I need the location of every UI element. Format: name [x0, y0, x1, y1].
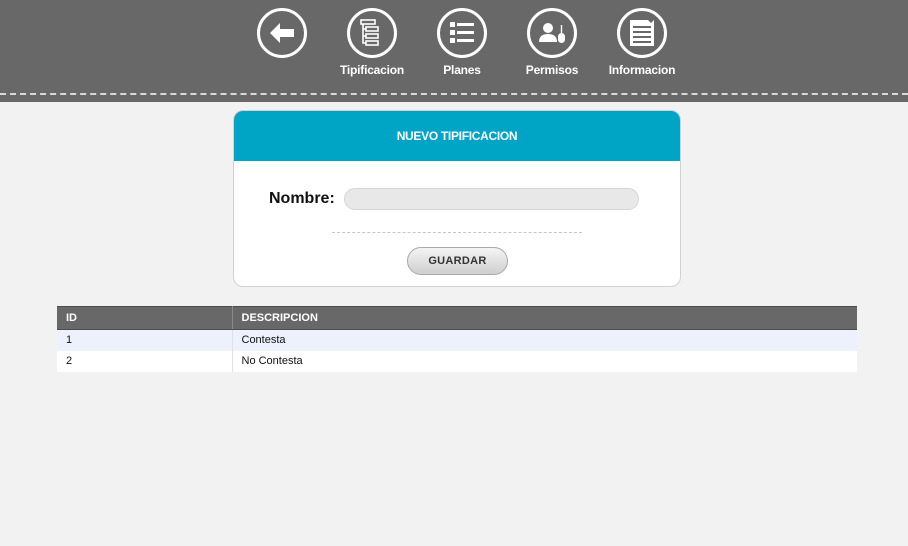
- save-button[interactable]: GUARDAR: [407, 247, 508, 275]
- cell-id: 2: [57, 350, 233, 372]
- user-mouse-icon: [527, 8, 577, 58]
- top-nav-bar: Tipificacion Planes Permisos Informacion: [0, 0, 908, 102]
- nav-label-informacion: Informacion: [608, 63, 676, 77]
- tree-list-icon: [347, 8, 397, 58]
- nav-tipificacion[interactable]: Tipificacion: [332, 8, 412, 77]
- nav-label-tipificacion: Tipificacion: [339, 63, 405, 77]
- nav-informacion[interactable]: Informacion: [602, 8, 682, 77]
- nav-planes[interactable]: Planes: [422, 8, 502, 77]
- table-row[interactable]: 2 No Contesta: [57, 350, 857, 372]
- column-header-id[interactable]: ID: [57, 306, 233, 330]
- cell-descripcion: No Contesta: [232, 350, 857, 372]
- name-row: Nombre:: [234, 188, 680, 210]
- column-header-descripcion[interactable]: DESCRIPCION: [232, 306, 857, 330]
- document-icon: [617, 8, 667, 58]
- nav-label-permisos: Permisos: [525, 63, 579, 77]
- form-title: NUEVO TIPIFICACION: [234, 111, 680, 161]
- nav-permisos[interactable]: Permisos: [512, 8, 592, 77]
- tipificacion-table: ID DESCRIPCION 1 Contesta 2 No Contesta: [57, 306, 857, 372]
- nav-back[interactable]: [242, 8, 322, 58]
- cell-id: 1: [57, 329, 233, 351]
- name-label: Nombre:: [269, 190, 335, 207]
- name-input[interactable]: [344, 188, 639, 210]
- back-arrow-icon[interactable]: [257, 8, 307, 58]
- nav-divider: [0, 93, 908, 95]
- table-row[interactable]: 1 Contesta: [57, 329, 857, 351]
- bullet-list-icon: [437, 8, 487, 58]
- table-header-row: ID DESCRIPCION: [57, 306, 857, 330]
- form-divider: [332, 232, 582, 233]
- new-tipificacion-form: NUEVO TIPIFICACION Nombre: GUARDAR: [233, 110, 681, 287]
- nav-label-planes: Planes: [443, 63, 481, 77]
- cell-descripcion: Contesta: [232, 329, 857, 351]
